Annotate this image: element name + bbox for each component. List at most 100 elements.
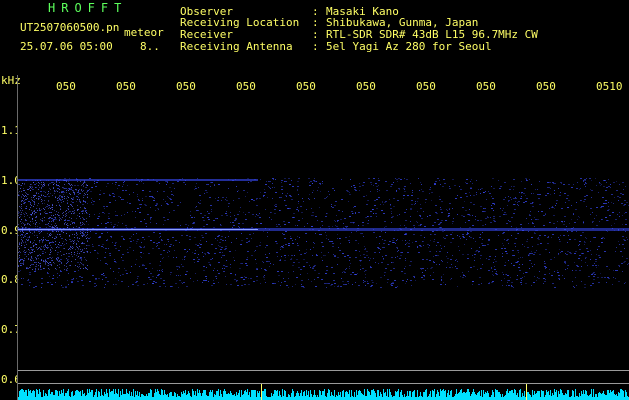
noise-pixel <box>322 246 324 247</box>
noise-pixel <box>263 196 264 197</box>
noise-pixel <box>404 273 406 274</box>
power-bar <box>26 390 27 400</box>
noise-pixel <box>593 237 594 238</box>
noise-pixel <box>21 197 22 198</box>
noise-pixel <box>48 205 49 206</box>
noise-pixel <box>362 185 363 186</box>
noise-pixel <box>36 183 37 184</box>
noise-pixel <box>517 233 519 234</box>
noise-pixel <box>348 283 349 284</box>
noise-pixel <box>472 183 473 184</box>
noise-pixel <box>92 244 93 245</box>
noise-pixel <box>225 237 226 238</box>
noise-pixel <box>426 259 428 260</box>
noise-pixel <box>619 184 620 185</box>
noise-pixel <box>535 219 537 220</box>
noise-pixel <box>359 186 361 187</box>
noise-pixel <box>247 192 248 193</box>
noise-pixel <box>350 222 352 223</box>
noise-pixel <box>48 225 49 226</box>
noise-pixel <box>122 274 124 275</box>
noise-pixel <box>189 239 191 240</box>
power-bar <box>291 393 292 400</box>
noise-pixel <box>25 247 26 248</box>
noise-pixel <box>22 235 23 236</box>
power-bar <box>19 391 20 400</box>
noise-pixel <box>534 226 535 227</box>
noise-pixel <box>35 262 37 263</box>
noise-pixel <box>23 188 24 189</box>
noise-pixel <box>220 249 222 250</box>
noise-pixel <box>69 265 70 266</box>
noise-pixel <box>142 198 143 199</box>
noise-pixel <box>310 249 311 250</box>
noise-pixel <box>566 254 568 255</box>
noise-pixel <box>25 242 26 243</box>
power-bar <box>565 393 566 400</box>
noise-pixel <box>545 213 546 214</box>
noise-pixel <box>529 253 531 254</box>
noise-pixel <box>60 236 61 237</box>
noise-pixel <box>75 259 76 260</box>
noise-pixel <box>306 249 307 250</box>
power-bar <box>581 391 582 400</box>
noise-pixel <box>420 216 421 217</box>
noise-pixel <box>485 224 486 225</box>
power-bar <box>513 393 514 400</box>
power-bar <box>113 389 114 400</box>
noise-pixel <box>54 225 55 226</box>
noise-pixel <box>599 182 600 183</box>
noise-pixel <box>23 213 24 214</box>
noise-pixel <box>275 204 277 205</box>
power-bar <box>137 391 138 400</box>
noise-pixel <box>529 268 530 269</box>
noise-pixel <box>276 243 278 244</box>
noise-pixel <box>504 265 506 266</box>
noise-pixel <box>83 219 84 220</box>
noise-pixel <box>178 287 179 288</box>
power-bar <box>555 392 556 400</box>
noise-pixel <box>80 231 81 232</box>
noise-pixel <box>123 182 124 183</box>
noise-pixel <box>81 263 82 264</box>
power-bar <box>331 392 332 400</box>
noise-pixel <box>125 270 127 271</box>
noise-pixel <box>367 200 368 201</box>
noise-pixel <box>59 260 60 261</box>
power-bar <box>265 389 266 400</box>
noise-pixel <box>553 183 554 184</box>
noise-pixel <box>84 195 85 196</box>
noise-pixel <box>49 257 50 258</box>
noise-pixel <box>50 254 51 255</box>
power-bar <box>125 394 126 400</box>
power-bar <box>506 391 507 400</box>
noise-pixel <box>30 247 31 248</box>
noise-pixel <box>508 285 510 286</box>
noise-pixel <box>113 226 115 227</box>
noise-pixel <box>21 196 22 197</box>
noise-pixel <box>80 251 81 252</box>
noise-pixel <box>71 213 72 214</box>
noise-pixel <box>24 245 25 246</box>
power-bar <box>100 396 101 400</box>
noise-pixel <box>434 234 436 235</box>
noise-pixel <box>316 181 317 182</box>
power-bar <box>201 396 202 400</box>
noise-pixel <box>67 270 68 271</box>
noise-pixel <box>622 256 623 257</box>
noise-pixel <box>62 231 63 232</box>
noise-pixel <box>248 182 249 183</box>
noise-pixel <box>74 271 76 272</box>
noise-pixel <box>110 255 111 256</box>
noise-pixel <box>413 225 415 226</box>
noise-pixel <box>199 247 201 248</box>
noise-pixel <box>249 201 250 202</box>
noise-pixel <box>158 274 160 275</box>
noise-pixel <box>371 184 372 185</box>
noise-pixel <box>417 222 418 223</box>
noise-pixel <box>591 254 592 255</box>
noise-pixel <box>193 281 194 282</box>
noise-pixel <box>147 214 149 215</box>
noise-pixel <box>584 179 586 180</box>
power-bar <box>274 390 275 400</box>
